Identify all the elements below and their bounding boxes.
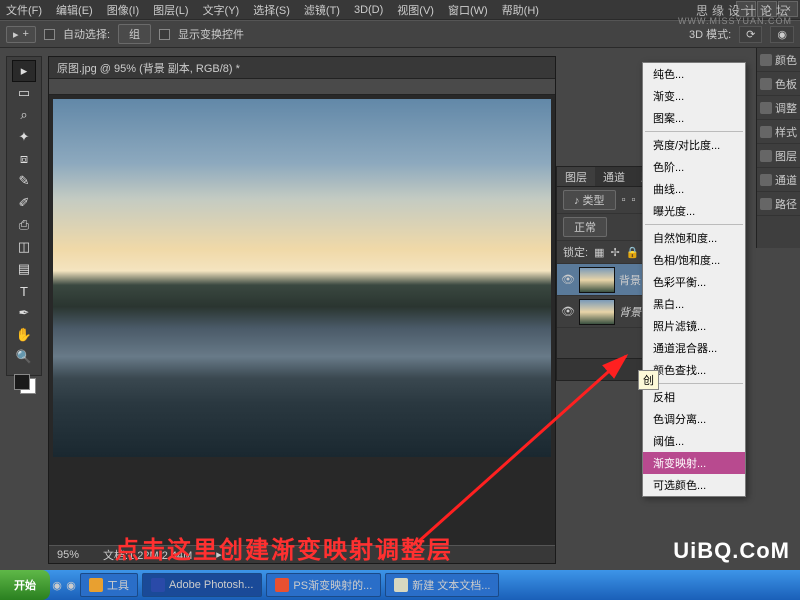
menu-select[interactable]: 选择(S) <box>253 2 290 18</box>
panel-color[interactable]: 颜色 <box>757 48 800 72</box>
lock-all-icon[interactable]: 🔒 <box>626 246 640 259</box>
zoom-level[interactable]: 95% <box>57 549 79 561</box>
menu-window[interactable]: 窗口(W) <box>448 2 488 18</box>
quicklaunch-icon[interactable]: ◉ <box>50 575 64 595</box>
menu-help[interactable]: 帮助(H) <box>502 2 539 18</box>
menu-brightness[interactable]: 亮度/对比度... <box>643 134 745 156</box>
menu-edit[interactable]: 编辑(E) <box>56 2 93 18</box>
menu-gradient-map[interactable]: 渐变映射... <box>643 452 745 474</box>
canvas[interactable] <box>53 99 551 457</box>
layer-filter-dropdown[interactable]: ♪ 类型 <box>563 190 616 210</box>
layer-thumbnail[interactable] <box>579 267 615 293</box>
layer-name[interactable]: 背景 <box>619 304 641 320</box>
menu-hue-sat[interactable]: 色相/饱和度... <box>643 249 745 271</box>
pen-tool[interactable]: ✒ <box>12 302 36 324</box>
menu-levels[interactable]: 色阶... <box>643 156 745 178</box>
panel-paths[interactable]: 路径 <box>757 192 800 216</box>
panel-styles[interactable]: 样式 <box>757 120 800 144</box>
toolbox: ▸ ▭ ⌕ ✦ ⧈ ✎ ✐ ⎙ ◫ ▤ T ✒ ✋ 🔍 <box>12 60 40 396</box>
panel-adjustments[interactable]: 调整 <box>757 96 800 120</box>
menu-pattern[interactable]: 图案... <box>643 107 745 129</box>
mode3d-button2[interactable]: ◉ <box>770 26 794 43</box>
menu-view[interactable]: 视图(V) <box>397 2 434 18</box>
panel-swatches[interactable]: 色板 <box>757 72 800 96</box>
marquee-tool[interactable]: ▭ <box>12 82 36 104</box>
menu-solid-color[interactable]: 纯色... <box>643 63 745 85</box>
menu-exposure[interactable]: 曝光度... <box>643 200 745 222</box>
visibility-icon[interactable]: 👁 <box>561 273 575 287</box>
annotation-text: 点击这里创建渐变映射调整层 <box>115 530 453 565</box>
tooltip: 创 <box>638 370 659 390</box>
task-item[interactable]: Adobe Photosh... <box>142 573 262 597</box>
ruler-horizontal <box>49 79 555 95</box>
menu-type[interactable]: 文字(Y) <box>203 2 240 18</box>
task-item[interactable]: 新建 文本文档... <box>385 573 499 597</box>
right-panel-strip: 颜色 色板 调整 样式 图层 通道 路径 <box>756 48 800 248</box>
task-item[interactable]: 工具 <box>80 573 138 597</box>
blend-mode-dropdown[interactable]: 正常 <box>563 217 607 237</box>
menu-filter[interactable]: 滤镜(T) <box>304 2 340 18</box>
mode3d-button1[interactable]: ⟳ <box>739 26 762 43</box>
lock-label: 锁定: <box>563 244 588 260</box>
document-tab[interactable]: 原图.jpg @ 95% (背景 副本, RGB/8) * <box>49 57 555 79</box>
gradient-tool[interactable]: ▤ <box>12 258 36 280</box>
menu-threshold[interactable]: 阈值... <box>643 430 745 452</box>
type-tool[interactable]: T <box>12 280 36 302</box>
stamp-tool[interactable]: ⎙ <box>12 214 36 236</box>
panel-channels[interactable]: 通道 <box>757 168 800 192</box>
move-tool-indicator[interactable]: ▸+ <box>6 26 36 43</box>
move-tool[interactable]: ▸ <box>12 60 36 82</box>
transform-controls-label: 显示变换控件 <box>178 26 244 42</box>
transform-controls-checkbox[interactable] <box>159 29 170 40</box>
color-swatch[interactable] <box>12 372 38 396</box>
menu-bw[interactable]: 黑白... <box>643 293 745 315</box>
visibility-icon[interactable]: 👁 <box>561 305 575 319</box>
zoom-tool[interactable]: 🔍 <box>12 346 36 368</box>
menu-gradient[interactable]: 渐变... <box>643 85 745 107</box>
adjustment-layer-menu: 纯色... 渐变... 图案... 亮度/对比度... 色阶... 曲线... … <box>642 62 746 497</box>
layer-thumbnail[interactable] <box>579 299 615 325</box>
eraser-tool[interactable]: ◫ <box>12 236 36 258</box>
panel-layers[interactable]: 图层 <box>757 144 800 168</box>
autoselect-dropdown[interactable]: 组 <box>118 24 151 44</box>
watermark-url: WWW.MISSYUAN.COM <box>678 16 792 26</box>
menu-3d[interactable]: 3D(D) <box>354 4 383 16</box>
menu-curves[interactable]: 曲线... <box>643 178 745 200</box>
filter-icon[interactable]: ▫ <box>622 194 626 206</box>
menu-selective-color[interactable]: 可选颜色... <box>643 474 745 496</box>
document-window: 原图.jpg @ 95% (背景 副本, RGB/8) * 95% 文档:1.2… <box>48 56 556 564</box>
crop-tool[interactable]: ⧈ <box>12 148 36 170</box>
tab-layers[interactable]: 图层 <box>557 167 595 186</box>
tab-channels[interactable]: 通道 <box>595 167 633 186</box>
lasso-tool[interactable]: ⌕ <box>12 104 36 126</box>
lock-position-icon[interactable]: ✢ <box>610 246 619 259</box>
logo-watermark: UiBQ.CoM <box>673 538 790 564</box>
task-item[interactable]: PS渐变映射的... <box>266 573 381 597</box>
menu-channel-mixer[interactable]: 通道混合器... <box>643 337 745 359</box>
eyedropper-tool[interactable]: ✎ <box>12 170 36 192</box>
filter-icon2[interactable]: ▫ <box>631 194 635 206</box>
wand-tool[interactable]: ✦ <box>12 126 36 148</box>
menu-photo-filter[interactable]: 照片滤镜... <box>643 315 745 337</box>
start-button[interactable]: 开始 <box>0 570 50 600</box>
hand-tool[interactable]: ✋ <box>12 324 36 346</box>
taskbar: 开始 ◉ ◉ 工具 Adobe Photosh... PS渐变映射的... 新建… <box>0 570 800 600</box>
menu-image[interactable]: 图像(I) <box>107 2 139 18</box>
menu-file[interactable]: 文件(F) <box>6 2 42 18</box>
autoselect-checkbox[interactable] <box>44 29 55 40</box>
autoselect-label: 自动选择: <box>63 26 110 42</box>
quicklaunch-icon[interactable]: ◉ <box>64 575 78 595</box>
mode3d-label: 3D 模式: <box>689 26 731 42</box>
menu-layer[interactable]: 图层(L) <box>153 2 188 18</box>
menu-vibrance[interactable]: 自然饱和度... <box>643 227 745 249</box>
lock-pixels-icon[interactable]: ▦ <box>594 246 604 259</box>
brush-tool[interactable]: ✐ <box>12 192 36 214</box>
menu-color-balance[interactable]: 色彩平衡... <box>643 271 745 293</box>
menu-posterize[interactable]: 色调分离... <box>643 408 745 430</box>
